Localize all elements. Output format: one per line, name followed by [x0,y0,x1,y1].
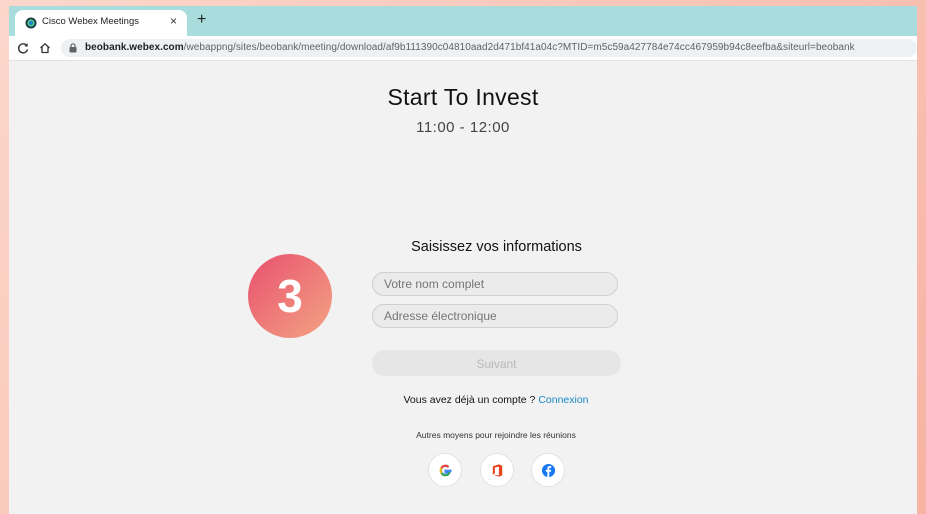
name-input[interactable] [372,272,618,296]
google-button[interactable] [428,453,462,487]
meeting-title: Start To Invest [387,84,539,110]
address-bar: beobank.webex.com/webappng/sites/beobank… [9,36,917,61]
office-icon [492,464,503,477]
tab-title: Cisco Webex Meetings [42,16,139,27]
tab-bar: Cisco Webex Meetings × + [9,6,917,36]
url-host: beobank.webex.com [85,42,184,53]
account-prompt: Vous avez déjà un compte ? Connexion [9,394,917,406]
step-badge: 3 [248,254,332,338]
webex-icon [25,17,37,29]
facebook-button[interactable] [531,453,565,487]
account-prompt-text: Vous avez déjà un compte ? [403,394,536,406]
browser-window: Cisco Webex Meetings × + beobank.webex.c… [9,6,917,514]
facebook-icon [541,463,556,478]
next-button[interactable]: Suivant [372,350,621,376]
url-text: beobank.webex.com/webappng/sites/beobank… [85,42,855,53]
other-ways-label: Autres moyens pour rejoindre les réunion… [416,430,576,440]
email-input[interactable] [372,304,618,328]
close-icon[interactable]: × [170,14,177,28]
url-path: /webappng/sites/beobank/meeting/download… [183,42,855,53]
new-tab-button[interactable]: + [197,11,206,29]
login-link[interactable]: Connexion [538,394,588,406]
url-field[interactable]: beobank.webex.com/webappng/sites/beobank… [61,39,917,57]
google-icon [439,464,452,477]
office-button[interactable] [480,453,514,487]
meeting-time: 11:00 - 12:00 [416,119,510,136]
lock-icon [69,43,77,53]
form-heading: Saisissez vos informations [411,239,582,255]
reload-icon[interactable] [16,41,30,55]
page-content: Start To Invest 11:00 - 12:00 Saisissez … [9,61,917,514]
home-icon[interactable] [38,41,52,55]
tab-webex[interactable]: Cisco Webex Meetings × [15,10,187,36]
